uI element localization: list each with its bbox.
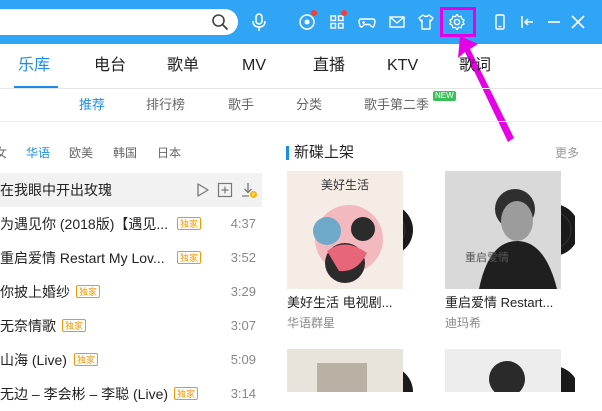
album-artist[interactable]: 迪玛希 <box>445 315 481 331</box>
section-title: 新碟上架 <box>294 144 355 161</box>
tab-mv[interactable]: MV <box>242 44 266 88</box>
shirt-icon[interactable] <box>416 12 436 32</box>
song-title: 无边 – 李会彬 – 李聪 (Live) <box>0 386 169 402</box>
mail-icon[interactable] <box>387 12 407 32</box>
tab-lyrics[interactable]: 歌词 <box>459 44 491 88</box>
song-title: 在我眼中开出玫瑰 <box>0 182 112 198</box>
album-artist[interactable]: 华语群星 <box>287 315 335 331</box>
lang-tab-japanese[interactable]: 日本 <box>157 145 181 161</box>
minimize-icon[interactable] <box>544 12 564 32</box>
download-icon[interactable]: ¥ <box>240 181 258 199</box>
album-cover[interactable] <box>287 349 417 392</box>
song-duration: 3:07 <box>230 318 256 333</box>
tab-radio[interactable]: 电台 <box>94 44 126 88</box>
add-icon[interactable] <box>216 181 234 199</box>
close-icon[interactable] <box>568 12 588 32</box>
album-title[interactable]: 重启爱情 Restart... <box>445 294 553 312</box>
song-title: 山海 (Live) <box>0 352 67 368</box>
song-row[interactable]: 你披上婚纱 独家 3:29 <box>0 275 262 309</box>
notification-dot <box>311 10 317 16</box>
lang-tab-chinese[interactable]: 华语 <box>26 145 50 161</box>
search-input[interactable] <box>0 9 238 35</box>
song-title: 你披上婚纱 <box>0 284 70 300</box>
song-title: 为遇见你 (2018版)【遇见... <box>0 216 169 232</box>
subtab-charts[interactable]: 排行榜 <box>146 96 185 114</box>
song-row[interactable]: 为遇见你 (2018版)【遇见... 独家 4:37 <box>0 207 262 241</box>
album-title[interactable]: 美好生活 电视剧... <box>287 294 392 312</box>
microphone-icon[interactable] <box>250 11 268 33</box>
song-row[interactable]: 无奈情歌 独家 3:07 <box>0 309 262 343</box>
song-duration: 3:14 <box>230 386 256 401</box>
tab-library[interactable]: 乐库 <box>18 44 50 88</box>
song-title: 重启爱情 Restart My Lov... <box>0 250 165 266</box>
song-duration: 3:52 <box>230 250 256 265</box>
tab-ktv[interactable]: KTV <box>387 44 418 88</box>
gamepad-icon[interactable] <box>357 12 377 32</box>
exclusive-badge: 独家 <box>76 285 101 298</box>
song-row[interactable]: 在我眼中开出玫瑰 ¥ <box>0 173 262 207</box>
divider <box>0 88 602 89</box>
settings-highlight-box <box>440 7 476 37</box>
album-cover[interactable] <box>445 349 575 392</box>
song-duration: 3:29 <box>230 284 256 299</box>
exclusive-badge: 独家 <box>74 353 99 366</box>
exclusive-badge: 独家 <box>177 251 202 264</box>
subtab-singer-season2[interactable]: 歌手第二季 <box>364 96 429 114</box>
new-badge: NEW <box>433 91 456 101</box>
tab-playlists[interactable]: 歌单 <box>167 44 199 88</box>
song-row[interactable]: 重启爱情 Restart My Lov... 独家 3:52 <box>0 241 262 275</box>
lang-tab-korean[interactable]: 韩国 <box>113 145 137 161</box>
lang-tab-female[interactable]: 女 <box>0 145 7 161</box>
album-cover-text: 重启爱情 <box>465 250 509 264</box>
exclusive-badge: 独家 <box>62 319 87 332</box>
tab-live[interactable]: 直播 <box>313 44 345 88</box>
main-nav: 乐库 电台 歌单 MV 直播 KTV 歌词 <box>0 44 602 88</box>
phone-icon[interactable] <box>490 12 510 32</box>
section-marker <box>286 146 289 160</box>
collapse-icon[interactable] <box>517 12 537 32</box>
album-cover[interactable]: 重启爱情 <box>445 171 575 289</box>
lang-tab-western[interactable]: 欧美 <box>69 145 93 161</box>
exclusive-badge: 独家 <box>177 217 202 230</box>
song-row[interactable]: 无边 – 李会彬 – 李聪 (Live) 独家 3:14 <box>0 377 262 411</box>
subtab-recommended[interactable]: 推荐 <box>79 96 105 114</box>
more-link[interactable]: 更多 <box>555 145 579 161</box>
svg-text:¥: ¥ <box>252 193 255 199</box>
song-row[interactable]: 山海 (Live) 独家 5:09 <box>0 343 262 377</box>
song-duration: 4:37 <box>230 216 256 231</box>
subtab-singers[interactable]: 歌手 <box>228 96 254 114</box>
subtab-categories[interactable]: 分类 <box>296 96 322 114</box>
play-icon[interactable] <box>193 181 211 199</box>
search-icon[interactable] <box>210 12 230 32</box>
song-duration: 5:09 <box>230 352 256 367</box>
album-cover[interactable]: 美好生活 <box>287 171 417 289</box>
notification-dot <box>341 10 347 16</box>
divider <box>0 121 602 122</box>
exclusive-badge: 独家 <box>174 387 199 400</box>
song-title: 无奈情歌 <box>0 318 56 334</box>
album-cover-text: 美好生活 <box>321 178 369 192</box>
